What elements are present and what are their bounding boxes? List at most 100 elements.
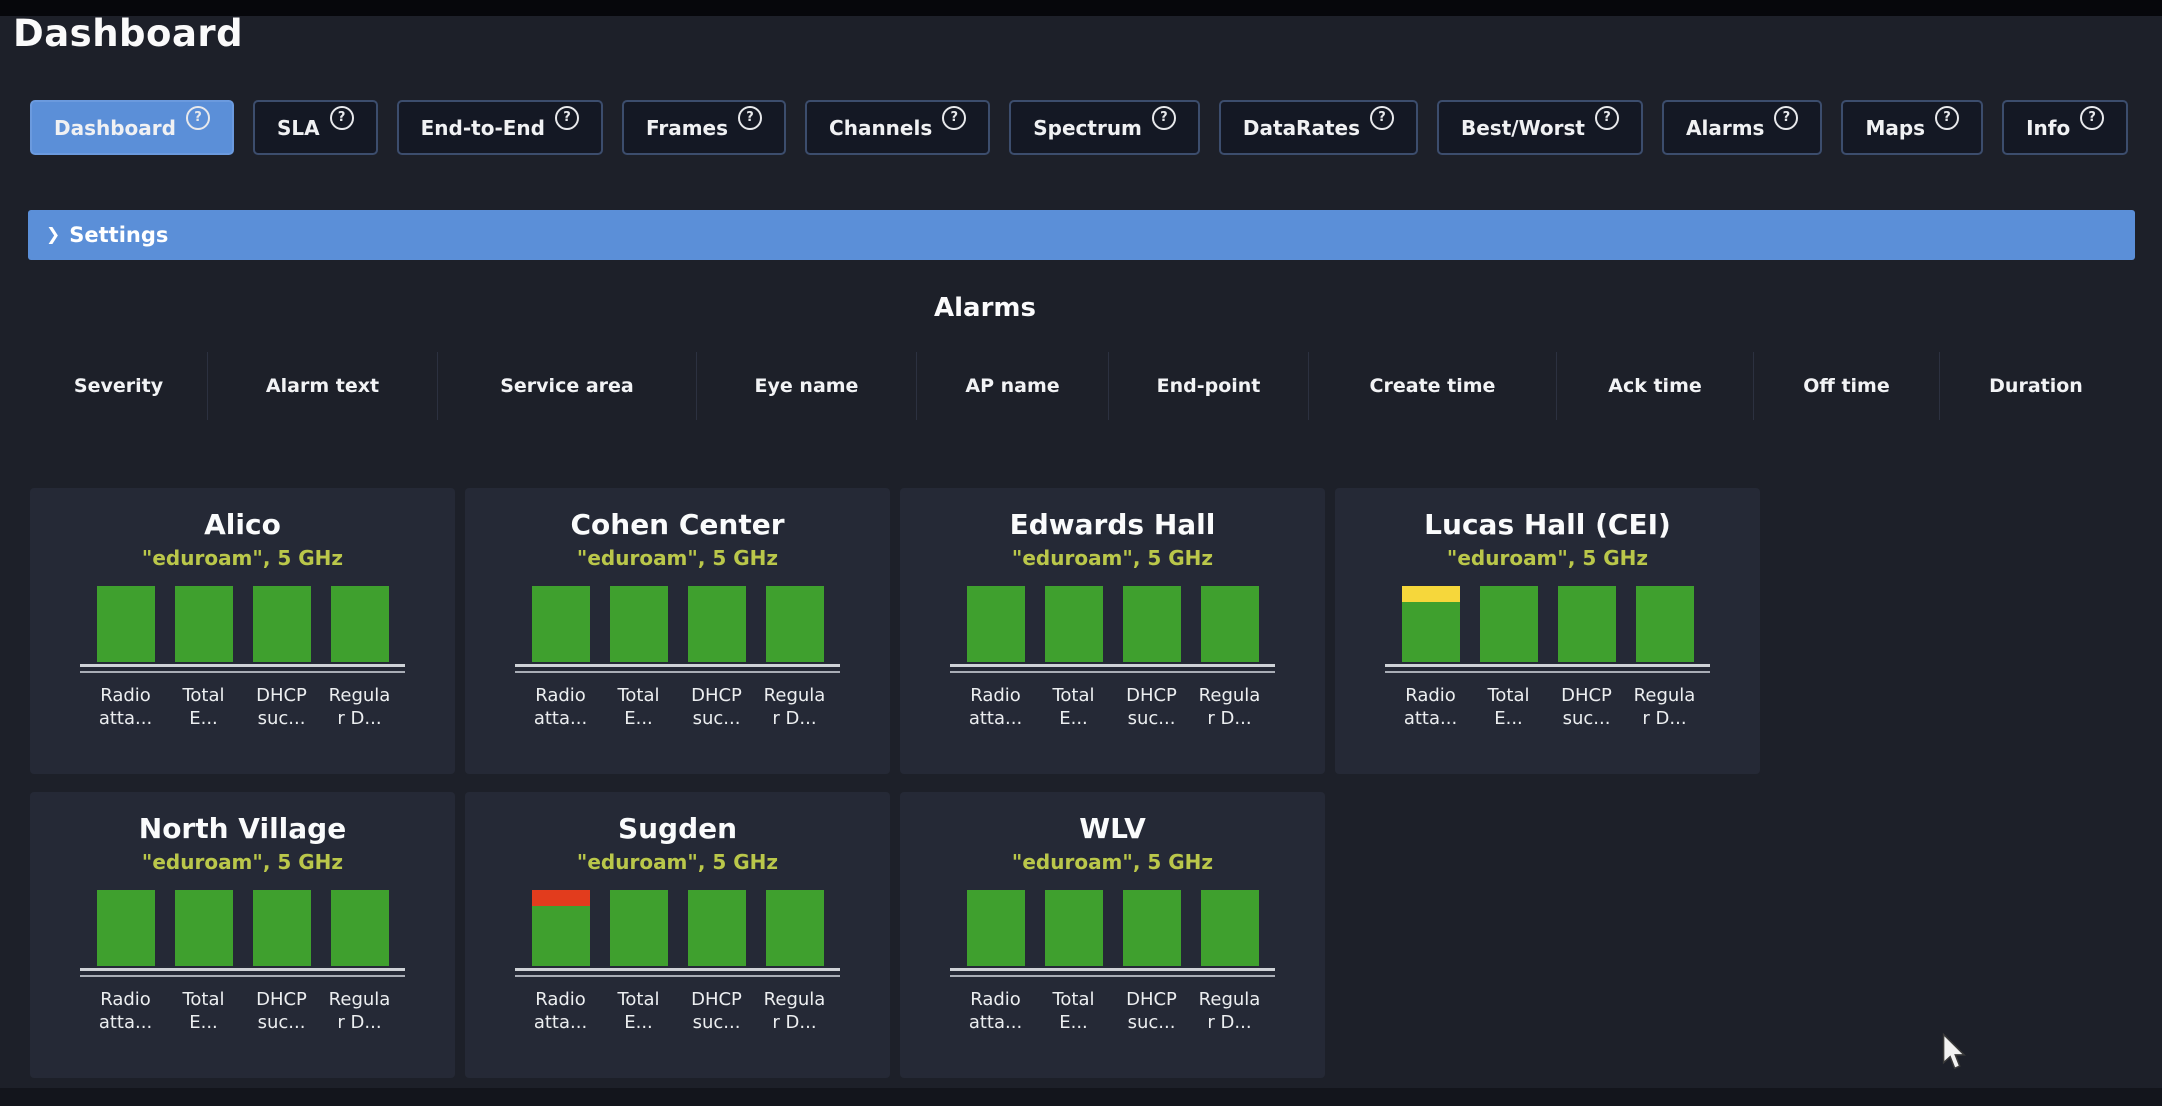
mouse-cursor [1942,1033,1968,1071]
bar-segment-ok [1045,586,1103,662]
status-bar-radio-atta [967,890,1025,966]
tab-datarates[interactable]: DataRates? [1219,100,1418,155]
status-bar-dhcp-suc [253,890,311,966]
chevron-right-icon: ❯ [46,225,60,245]
column-header-end-point[interactable]: End-point [1108,352,1308,420]
status-bar-radio-atta [97,890,155,966]
bar-label: Regular D... [760,988,830,1034]
site-bar-chart [900,890,1325,966]
bar-segment-ok [967,586,1025,662]
status-bar-regula-r-d [766,890,824,966]
status-bar-regula-r-d [331,890,389,966]
bar-segment-ok [1402,602,1460,662]
help-icon[interactable]: ? [2080,106,2104,130]
bar-label: TotalE... [169,988,239,1034]
column-header-create-time[interactable]: Create time [1308,352,1556,420]
tab-sla[interactable]: SLA? [253,100,378,155]
settings-bar[interactable]: ❯ Settings [28,210,2135,260]
help-icon[interactable]: ? [555,106,579,130]
site-subtitle: "eduroam", 5 GHz [900,546,1325,570]
site-card-edwards-hall[interactable]: Edwards Hall"eduroam", 5 GHzRadioatta...… [900,488,1325,774]
chart-baseline [1385,664,1710,667]
bar-label: TotalE... [604,684,674,730]
alarms-section-title: Alarms [30,293,1940,323]
site-name: Alico [30,508,455,541]
site-bar-chart [30,586,455,662]
tab-end-to-end[interactable]: End-to-End? [397,100,603,155]
column-header-alarm-text[interactable]: Alarm text [207,352,437,420]
bar-segment-ok [688,586,746,662]
bar-segment-ok [253,586,311,662]
site-subtitle: "eduroam", 5 GHz [465,546,890,570]
help-icon[interactable]: ? [330,106,354,130]
chart-baseline [950,664,1275,667]
bar-segment-ok [175,586,233,662]
tab-label: End-to-End [421,116,545,140]
help-icon[interactable]: ? [1370,106,1394,130]
site-card-sugden[interactable]: Sugden"eduroam", 5 GHzRadioatta...TotalE… [465,792,890,1078]
site-bar-chart [1335,586,1760,662]
bar-segment-ok [1045,890,1103,966]
bar-segment-ok [532,906,590,966]
bar-label: Regular D... [1195,988,1265,1034]
tab-dashboard[interactable]: Dashboard? [30,100,234,155]
column-header-off-time[interactable]: Off time [1753,352,1939,420]
site-card-north-village[interactable]: North Village"eduroam", 5 GHzRadioatta..… [30,792,455,1078]
tab-maps[interactable]: Maps? [1841,100,1983,155]
site-subtitle: "eduroam", 5 GHz [30,850,455,874]
tab-channels[interactable]: Channels? [805,100,990,155]
bar-segment-ok [97,586,155,662]
bar-segment-ok [1558,586,1616,662]
bar-segment-ok [1123,890,1181,966]
tab-label: Frames [646,116,728,140]
column-header-ack-time[interactable]: Ack time [1556,352,1753,420]
help-icon[interactable]: ? [1595,106,1619,130]
tab-label: Channels [829,116,932,140]
column-header-ap-name[interactable]: AP name [916,352,1108,420]
site-card-lucas-hall-cei[interactable]: Lucas Hall (CEI)"eduroam", 5 GHzRadioatt… [1335,488,1760,774]
status-bar-total-e [1045,586,1103,662]
tab-info[interactable]: Info? [2002,100,2128,155]
chart-baseline-shadow [950,671,1275,673]
bar-label: DHCPsuc... [1117,684,1187,730]
tab-frames[interactable]: Frames? [622,100,786,155]
site-card-cohen-center[interactable]: Cohen Center"eduroam", 5 GHzRadioatta...… [465,488,890,774]
bar-label: Regular D... [760,684,830,730]
site-card-wlv[interactable]: WLV"eduroam", 5 GHzRadioatta...TotalE...… [900,792,1325,1078]
column-header-service-area[interactable]: Service area [437,352,696,420]
column-header-duration[interactable]: Duration [1939,352,2132,420]
help-icon[interactable]: ? [1774,106,1798,130]
bar-segment-ok [331,586,389,662]
site-card-alico[interactable]: Alico"eduroam", 5 GHzRadioatta...TotalE.… [30,488,455,774]
status-bar-regula-r-d [331,586,389,662]
bar-label: DHCPsuc... [1117,988,1187,1034]
tab-bar: Dashboard?SLA?End-to-End?Frames?Channels… [30,100,2128,155]
column-header-eye-name[interactable]: Eye name [696,352,916,420]
bar-segment-ok [175,890,233,966]
tab-best-worst[interactable]: Best/Worst? [1437,100,1643,155]
column-header-severity[interactable]: Severity [30,352,207,420]
help-icon[interactable]: ? [1152,106,1176,130]
tab-alarms[interactable]: Alarms? [1662,100,1822,155]
help-icon[interactable]: ? [738,106,762,130]
bar-labels: Radioatta...TotalE...DHCPsuc...Regular D… [900,988,1325,1034]
status-bar-total-e [1045,890,1103,966]
tab-label: Best/Worst [1461,116,1585,140]
tab-label: DataRates [1243,116,1360,140]
status-bar-radio-atta [532,890,590,966]
status-bar-dhcp-suc [1558,586,1616,662]
help-icon[interactable]: ? [942,106,966,130]
bar-label: DHCPsuc... [1552,684,1622,730]
tab-spectrum[interactable]: Spectrum? [1009,100,1200,155]
bar-segment-ok [766,890,824,966]
chart-baseline-shadow [515,975,840,977]
status-bar-total-e [610,586,668,662]
help-icon[interactable]: ? [1935,106,1959,130]
bar-label: TotalE... [1474,684,1544,730]
chart-baseline [515,968,840,971]
status-bar-regula-r-d [1636,586,1694,662]
bar-label: Radioatta... [526,684,596,730]
status-bar-regula-r-d [1201,586,1259,662]
help-icon[interactable]: ? [186,106,210,130]
chart-baseline [515,664,840,667]
